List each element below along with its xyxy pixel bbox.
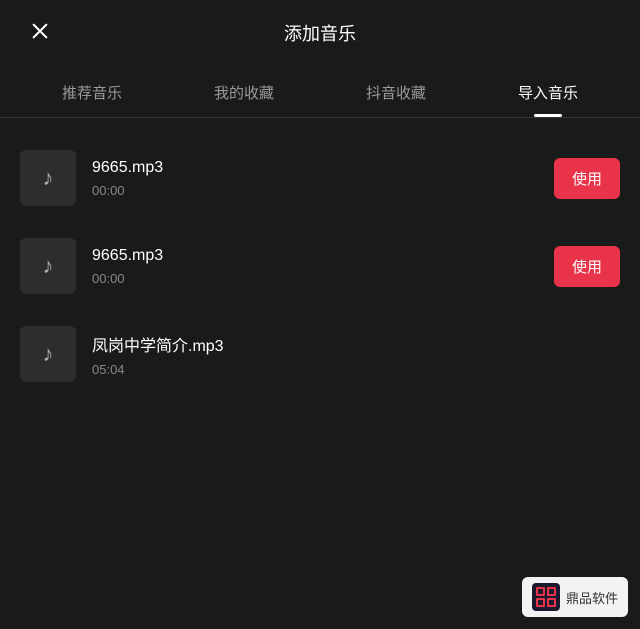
music-duration: 05:04 bbox=[92, 362, 620, 377]
music-thumbnail: ♪ bbox=[20, 238, 76, 294]
music-name: 凤岗中学简介.mp3 bbox=[92, 332, 620, 356]
header-title: 添加音乐 bbox=[284, 20, 356, 46]
music-note-icon: ♪ bbox=[43, 253, 54, 279]
list-item: ♪ 9665.mp3 00:00 使用 bbox=[0, 134, 640, 222]
music-duration: 00:00 bbox=[92, 183, 538, 198]
list-item: ♪ 9665.mp3 00:00 使用 bbox=[0, 222, 640, 310]
music-thumbnail: ♪ bbox=[20, 150, 76, 206]
music-duration: 00:00 bbox=[92, 271, 538, 286]
close-button[interactable] bbox=[24, 15, 56, 47]
app-container: 添加音乐 推荐音乐 我的收藏 抖音收藏 导入音乐 ♪ 9665.mp3 00:0… bbox=[0, 0, 640, 406]
tab-douyin[interactable]: 抖音收藏 bbox=[354, 74, 438, 117]
watermark-icon bbox=[532, 583, 560, 611]
music-list: ♪ 9665.mp3 00:00 使用 ♪ 9665.mp3 00:00 使用 … bbox=[0, 126, 640, 406]
tab-bar: 推荐音乐 我的收藏 抖音收藏 导入音乐 bbox=[0, 62, 640, 118]
music-note-icon: ♪ bbox=[43, 165, 54, 191]
music-name: 9665.mp3 bbox=[92, 247, 538, 265]
music-thumbnail: ♪ bbox=[20, 326, 76, 382]
music-note-icon: ♪ bbox=[43, 341, 54, 367]
use-button[interactable]: 使用 bbox=[554, 246, 620, 287]
music-info: 9665.mp3 00:00 bbox=[92, 159, 538, 198]
header: 添加音乐 bbox=[0, 0, 640, 62]
watermark: 鼎品软件 bbox=[522, 577, 628, 617]
tab-import[interactable]: 导入音乐 bbox=[506, 74, 590, 117]
watermark-text: 鼎品软件 bbox=[566, 588, 618, 607]
music-name: 9665.mp3 bbox=[92, 159, 538, 177]
use-button[interactable]: 使用 bbox=[554, 158, 620, 199]
music-info: 9665.mp3 00:00 bbox=[92, 247, 538, 286]
list-item: ♪ 凤岗中学简介.mp3 05:04 bbox=[0, 310, 640, 398]
tab-recommend[interactable]: 推荐音乐 bbox=[50, 74, 134, 117]
tab-favorites[interactable]: 我的收藏 bbox=[202, 74, 286, 117]
music-info: 凤岗中学简介.mp3 05:04 bbox=[92, 332, 620, 377]
